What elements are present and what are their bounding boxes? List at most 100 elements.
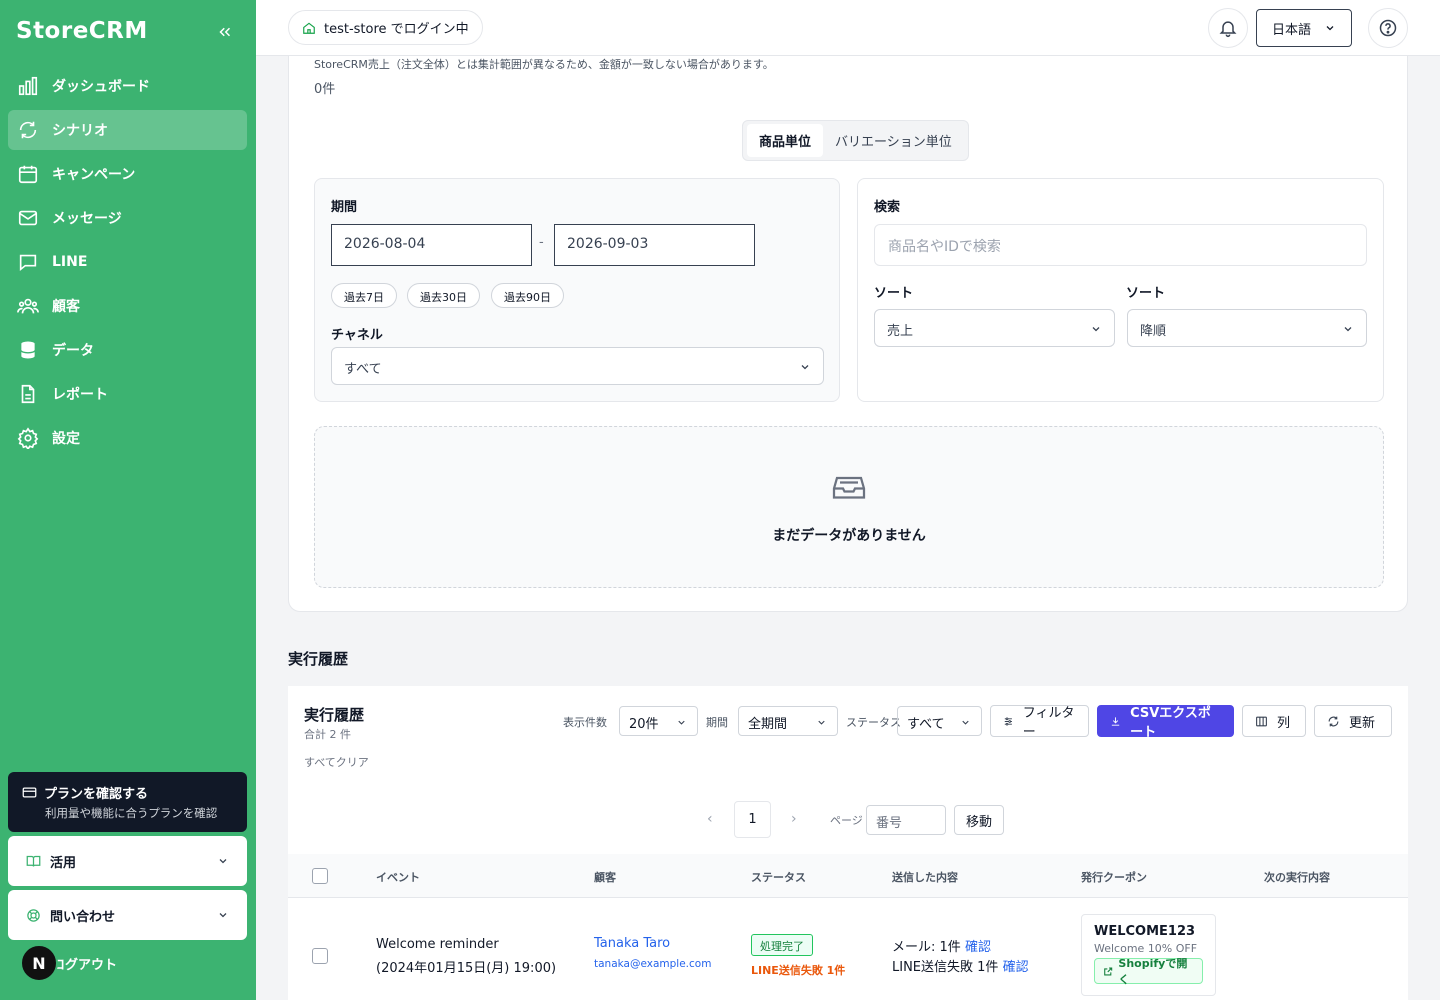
csv-export-label: CSVエクスポート [1130,706,1211,740]
quick-range-7[interactable]: 過去7日 [331,283,397,308]
accordion-contact[interactable]: 問い合わせ [8,890,247,940]
table-header: イベント 顧客 ステータス 送信した内容 発行クーポン 次の実行内容 [288,854,1408,898]
sort-key-value: 売上 [887,324,914,339]
period-filter-value: 全期間 [748,717,788,732]
open-in-shopify-button[interactable]: Shopifyで開く [1094,957,1203,986]
period-label: 期間 [331,200,358,215]
search-input[interactable]: 商品名やIDで検索 [874,224,1367,266]
per-page-label: 表示件数 [563,716,607,729]
sidebar-item-campaign[interactable]: キャンペーン [8,154,247,194]
sent-mail-confirm-link[interactable]: 確認 [965,940,991,955]
calendar-icon [18,165,38,184]
sidebar-item-label: データ [52,343,94,359]
store-label: test-store でログイン中 [324,22,469,37]
csv-export-button[interactable]: CSVエクスポート [1097,705,1234,740]
date-to-input[interactable]: 2026-09-03 [554,224,755,266]
sidebar: StoreCRM ダッシュボード シナリオ キャンペーン メッセージ LINE … [0,0,256,1000]
app-logo[interactable]: StoreCRM [16,18,148,44]
sidebar-item-customers[interactable]: 顧客 [8,286,247,326]
section-title: 実行履歴 [288,650,349,668]
clear-all-link[interactable]: すべてクリア [304,754,369,770]
sidebar-nav: ダッシュボード シナリオ キャンペーン メッセージ LINE 顧客 データ レポ… [8,66,247,462]
language-select[interactable]: 日本語 [1256,9,1352,47]
page-label: ページ [830,814,863,827]
search-label: 検索 [874,200,901,215]
chevron-down-icon [962,720,969,725]
sliders-icon [1004,716,1012,726]
pager-next[interactable]: › [791,811,797,827]
chevrons-left-icon[interactable] [216,22,234,46]
sidebar-item-settings[interactable]: 設定 [8,418,247,458]
logout-button[interactable]: N ログアウト [20,944,117,982]
channel-label: チャネル [331,328,383,343]
col-customer: 顧客 [594,871,616,884]
store-indicator[interactable]: test-store でログイン中 [288,10,483,45]
language-value: 日本語 [1272,22,1312,38]
home-icon [303,22,315,34]
row-checkbox[interactable] [312,948,328,964]
page-number-input[interactable]: 番号 [866,805,946,835]
coupon-code: WELCOME123 [1094,924,1196,939]
avatar[interactable]: N [20,944,58,982]
pager-current-page[interactable]: 1 [734,801,771,838]
sort-order-select[interactable]: 降順 [1127,309,1367,347]
col-event: イベント [376,871,420,884]
sidebar-item-data[interactable]: データ [8,330,247,370]
chevron-down-icon [1344,327,1352,332]
open-in-shopify-label: Shopifyで開く [1118,957,1188,986]
sort-order-value: 降順 [1140,324,1167,339]
filter-button[interactable]: フィルター [990,705,1089,740]
select-all-checkbox[interactable] [312,868,328,884]
refresh-icon [19,121,37,139]
quick-range-30[interactable]: 過去30日 [407,283,480,308]
sidebar-item-report[interactable]: レポート [8,374,247,414]
unit-toggle: 商品単位 バリエーション単位 [742,120,969,161]
sidebar-item-message[interactable]: メッセージ [8,198,247,238]
sort-key-label: ソート [874,286,914,301]
status-filter-select[interactable]: すべて [897,706,982,736]
sidebar-item-label: 設定 [52,431,80,447]
gear-icon [17,427,39,449]
page-go-button[interactable]: 移動 [954,805,1004,835]
row-customer-email[interactable]: tanaka@example.com [594,958,711,970]
sidebar-item-label: シナリオ [52,123,108,139]
chat-icon [19,254,37,272]
chevron-down-icon [818,720,825,725]
sidebar-item-line[interactable]: LINE [8,242,247,282]
chevron-down-icon [1326,26,1334,31]
sent-mail-line: メール: 1件 確認 [892,936,991,955]
refresh-button[interactable]: 更新 [1314,705,1392,737]
columns-button[interactable]: 列 [1242,705,1306,737]
download-icon [1111,716,1120,726]
plan-card[interactable]: プランを確認する 利用量や機能に合うプランを確認 [8,772,247,832]
sidebar-item-label: ダッシュボード [52,79,150,95]
date-from-input[interactable]: 2026-08-04 [331,224,532,266]
sidebar-item-dashboard[interactable]: ダッシュボード [8,66,247,106]
help-button[interactable] [1368,8,1408,48]
per-page-select[interactable]: 20件 [619,706,698,736]
tab-product-unit[interactable]: 商品単位 [747,124,824,157]
row-customer-name[interactable]: Tanaka Taro [594,936,670,951]
coupon-description: Welcome 10% OFF [1094,942,1198,955]
sidebar-item-scenario[interactable]: シナリオ [8,110,247,150]
empty-state-text: まだデータがありません [772,528,926,544]
accordion-label: 問い合わせ [50,909,116,925]
sent-line-line: LINE送信失敗 1件 確認 [892,956,1029,975]
coupon-card: WELCOME123 Welcome 10% OFF Shopifyで開く [1081,914,1216,996]
sidebar-item-label: メッセージ [52,211,122,227]
sent-line-confirm-link[interactable]: 確認 [1003,960,1029,975]
tab-variation-unit[interactable]: バリエーション単位 [823,124,964,157]
notification-button[interactable] [1208,8,1248,48]
date-separator: - [539,235,544,250]
row-event-time: (2024年01月15日(月) 19:00) [376,961,557,976]
help-icon [1379,19,1397,37]
sort-key-select[interactable]: 売上 [874,309,1115,347]
empty-state: まだデータがありません [314,426,1384,588]
channel-select[interactable]: すべて [331,347,824,385]
accordion-usage[interactable]: 活用 [8,836,247,886]
pager-prev[interactable]: ‹ [707,811,713,827]
col-status: ステータス [751,871,806,884]
credit-card-icon [22,787,37,798]
period-filter-select[interactable]: 全期間 [738,706,838,736]
quick-range-90[interactable]: 過去90日 [491,283,564,308]
